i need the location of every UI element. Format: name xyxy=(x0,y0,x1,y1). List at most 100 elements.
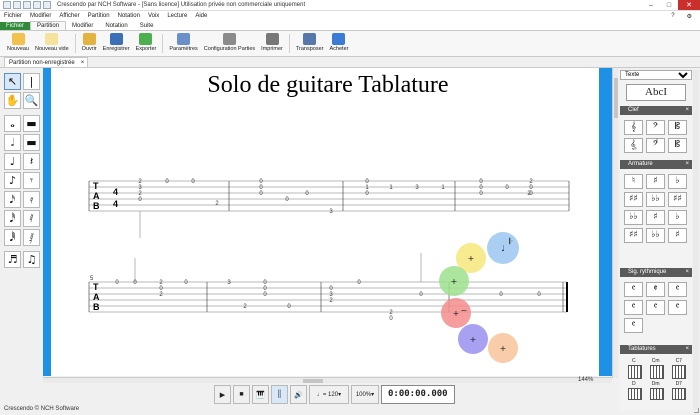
alto-clef-icon[interactable]: 𝄡 xyxy=(668,120,687,135)
thirtysecond-note-icon[interactable]: 𝅘𝅥𝅰 xyxy=(4,210,21,227)
menu-modifier[interactable]: Modifier xyxy=(26,13,55,19)
key-sig-icon[interactable]: ♯ xyxy=(668,228,687,243)
zoom-level[interactable]: 144% xyxy=(578,377,593,383)
bass-8-clef-icon[interactable]: 𝄣 xyxy=(646,138,665,153)
open-button[interactable]: Ouvrir xyxy=(79,31,100,56)
menu-notation[interactable]: Notation xyxy=(114,13,144,19)
key-sig-icon[interactable]: ♯♯ xyxy=(624,228,643,243)
eighth-note-icon[interactable]: ♪ xyxy=(4,172,21,189)
menu-fichier[interactable]: Fichier xyxy=(0,13,26,19)
select-arrow-icon[interactable]: ↖ xyxy=(4,73,21,90)
scroll-thumb[interactable] xyxy=(614,78,618,118)
panel-type-select[interactable]: Texte xyxy=(620,70,692,80)
tenor-clef-icon[interactable]: 𝄡 xyxy=(668,138,687,153)
tuplet-notes-icon[interactable]: ♫ xyxy=(23,251,40,268)
metronome-icon[interactable]: ║ xyxy=(271,385,288,404)
key-sig-icon[interactable]: ♯ xyxy=(646,210,665,225)
beamed-notes-icon[interactable]: ♬ xyxy=(4,251,21,268)
quarter-rest-icon[interactable]: 𝄽 xyxy=(23,153,40,170)
menu-aide[interactable]: Aide xyxy=(191,13,211,19)
whole-note-icon[interactable]: 𝅝 xyxy=(4,115,21,132)
key-sig-icon[interactable]: ♭♭ xyxy=(624,210,643,225)
chord-diagram-icon[interactable] xyxy=(628,388,642,400)
sixteenth-note-icon[interactable]: 𝅘𝅥𝅯 xyxy=(4,191,21,208)
settings-gear-icon[interactable]: ⚙ xyxy=(683,13,696,20)
quick-undo-icon[interactable] xyxy=(43,1,51,9)
menu-voix[interactable]: Voix xyxy=(144,13,163,19)
chord-diagram-icon[interactable] xyxy=(650,388,664,400)
half-note-icon[interactable]: 𝅗𝅥 xyxy=(4,134,21,151)
tab-partition[interactable]: Partition xyxy=(30,21,67,30)
time-sig-icon[interactable]: 𝄴 xyxy=(646,300,665,315)
quick-save-icon[interactable] xyxy=(33,1,41,9)
help-icon[interactable]: ? xyxy=(667,13,678,20)
whole-rest-icon[interactable]: ▬ xyxy=(23,115,40,132)
key-sig-icon[interactable]: ♯ xyxy=(646,174,665,189)
chord-diagram-icon[interactable] xyxy=(628,365,642,379)
section-time-signature[interactable]: Sig. rythmique × xyxy=(620,268,692,277)
key-sig-icon[interactable]: ♯♯ xyxy=(668,192,687,207)
play-button[interactable]: ▶ xyxy=(214,385,231,404)
close-button[interactable]: ✕ xyxy=(678,0,700,10)
eighth-rest-icon[interactable]: 𝄾 xyxy=(23,172,40,189)
print-button[interactable]: Imprimer xyxy=(258,31,286,56)
menu-afficher[interactable]: Afficher xyxy=(55,13,83,19)
common-time-icon[interactable]: 𝄴 xyxy=(624,318,643,333)
key-sig-icon[interactable]: ♯♯ xyxy=(624,192,643,207)
minimize-button[interactable]: – xyxy=(642,0,660,10)
tab-suite[interactable]: Suite xyxy=(134,22,160,30)
buy-button[interactable]: Acheter xyxy=(327,31,352,56)
text-tool-sample[interactable]: AbcI xyxy=(626,84,686,101)
half-rest-icon[interactable]: ▬ xyxy=(23,134,40,151)
time-sig-icon[interactable]: 𝄴 xyxy=(668,282,687,297)
treble-clef-icon[interactable]: 𝄞 xyxy=(624,120,643,135)
time-sig-icon[interactable]: 𝄴 xyxy=(668,300,687,315)
key-sig-icon[interactable]: ♮ xyxy=(624,174,643,189)
key-sig-icon[interactable]: ♭♭ xyxy=(646,228,665,243)
score-page[interactable]: Solo de guitare Tablature T A B 4 4 2 3 2 0 xyxy=(51,68,599,376)
quarter-note-icon[interactable]: ♩ xyxy=(4,153,21,170)
time-sig-icon[interactable]: 𝄴 xyxy=(624,300,643,315)
time-sig-icon[interactable]: 𝄴 xyxy=(624,282,643,297)
key-sig-icon[interactable]: ♭♭ xyxy=(646,192,665,207)
transpose-button[interactable]: Transposer xyxy=(293,31,327,56)
chord-diagram-icon[interactable] xyxy=(672,365,686,379)
zoom-icon[interactable]: 🔍 xyxy=(23,92,40,109)
menu-partition[interactable]: Partition xyxy=(84,13,114,19)
section-clef[interactable]: Clef × xyxy=(620,106,692,115)
sixtyfourth-rest-icon[interactable]: 𝅁 xyxy=(23,229,40,246)
chord-diagram-icon[interactable] xyxy=(650,365,664,379)
bass-clef-icon[interactable]: 𝄢 xyxy=(646,120,665,135)
quick-new-icon[interactable] xyxy=(13,1,21,9)
score-vertical-scrollbar[interactable] xyxy=(612,68,618,378)
sixteenth-rest-icon[interactable]: 𝄿 xyxy=(23,191,40,208)
stop-button[interactable]: ■ xyxy=(233,385,250,404)
treble-8-clef-icon[interactable]: 𝄠 xyxy=(624,138,643,153)
hand-pan-icon[interactable]: ✋ xyxy=(4,92,21,109)
tempo-field[interactable]: ♩ = 120 ▾ xyxy=(309,385,349,404)
quick-open-icon[interactable] xyxy=(23,1,31,9)
parts-config-button[interactable]: Configuration Parties xyxy=(201,31,258,56)
new-button[interactable]: Nouveau xyxy=(4,31,32,56)
maximize-button[interactable]: □ xyxy=(660,0,678,10)
tab-fichier[interactable]: Fichier xyxy=(0,22,31,30)
section-tablatures[interactable]: Tablatures × xyxy=(620,345,692,354)
volume-field[interactable]: 100% ▾ xyxy=(351,385,379,404)
tab-notation[interactable]: Notation xyxy=(99,22,133,30)
resize-grip[interactable] xyxy=(694,408,699,413)
export-button[interactable]: Exporter xyxy=(133,31,160,56)
settings-button[interactable]: Paramètres xyxy=(166,31,200,56)
text-cursor-icon[interactable]: | xyxy=(23,73,40,90)
sixtyfourth-note-icon[interactable]: 𝅘𝅥𝅱 xyxy=(4,229,21,246)
speaker-icon[interactable]: 🔊 xyxy=(290,385,307,404)
close-tab-icon[interactable]: × xyxy=(81,60,85,66)
time-sig-icon[interactable]: 𝄵 xyxy=(646,282,665,297)
scroll-thumb[interactable] xyxy=(303,379,323,383)
piano-icon[interactable]: 🎹 xyxy=(252,385,269,404)
save-button[interactable]: Enregistrer xyxy=(100,31,133,56)
panel-scrollbar[interactable] xyxy=(693,70,699,410)
score-horizontal-scrollbar[interactable] xyxy=(43,377,612,383)
tab-modifier[interactable]: Modifier xyxy=(66,22,99,30)
key-sig-icon[interactable]: ♭ xyxy=(668,174,687,189)
key-sig-icon[interactable]: ♭ xyxy=(668,210,687,225)
